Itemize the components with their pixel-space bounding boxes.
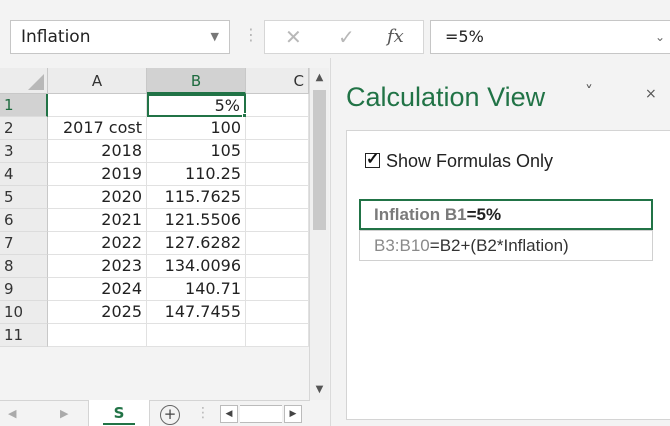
calculation-view-pane: Calculation View ˅ × Show Formulas Only …: [330, 58, 670, 426]
pane-title: Calculation View: [346, 82, 546, 112]
cell-c3[interactable]: [246, 140, 309, 163]
cell-a8[interactable]: 2023: [48, 255, 147, 278]
cell-a10[interactable]: 2025: [48, 301, 147, 324]
formula-item-expr: =B2+(B2*Inflation): [429, 236, 569, 255]
cell-a5[interactable]: 2020: [48, 186, 147, 209]
cell-c4[interactable]: [246, 163, 309, 186]
row-header-10[interactable]: 10: [0, 301, 48, 324]
checkbox-checked-icon[interactable]: [365, 149, 380, 169]
cell-a3[interactable]: 2018: [48, 140, 147, 163]
scroll-down-icon[interactable]: ▼: [310, 380, 329, 400]
cancel-icon[interactable]: ✕: [285, 21, 302, 53]
cell-b4[interactable]: 110.25: [147, 163, 246, 186]
cell-c10[interactable]: [246, 301, 309, 324]
cell-b6[interactable]: 121.5506: [147, 209, 246, 232]
row-header-3[interactable]: 3: [0, 140, 48, 163]
row-header-6[interactable]: 6: [0, 209, 48, 232]
cell-c5[interactable]: [246, 186, 309, 209]
cell-c6[interactable]: [246, 209, 309, 232]
row-header-2[interactable]: 2: [0, 117, 48, 140]
column-header-b[interactable]: B: [147, 68, 246, 94]
tab-split-handle-icon[interactable]: ⋮: [196, 401, 210, 426]
cell-a2[interactable]: 2017 cost: [48, 117, 147, 140]
row-header-11[interactable]: 11: [0, 324, 48, 347]
formula-value: =5%: [445, 27, 484, 46]
name-box[interactable]: Inflation ▼: [10, 20, 230, 54]
select-all-button[interactable]: [0, 68, 48, 94]
scroll-right-icon[interactable]: ▶: [284, 405, 302, 423]
sheet-tab[interactable]: S: [88, 400, 150, 426]
cell-b1[interactable]: 5%: [147, 94, 246, 117]
sheet-tab-bar: ◀ ▶ S + ⋮ ◀ ▶: [0, 400, 310, 426]
cell-b10[interactable]: 147.7455: [147, 301, 246, 324]
formula-item-ref: B3:B10: [374, 236, 430, 255]
row-header-5[interactable]: 5: [0, 186, 48, 209]
cell-a6[interactable]: 2021: [48, 209, 147, 232]
cell-c9[interactable]: [246, 278, 309, 301]
scroll-thumb[interactable]: [313, 90, 326, 230]
scroll-left-icon[interactable]: ◀: [220, 405, 238, 423]
formula-input[interactable]: =5% ⌄: [430, 20, 670, 54]
formula-list: Inflation B1=5% B3:B10=B2+(B2*Inflation): [359, 199, 653, 261]
scroll-up-icon[interactable]: ▲: [310, 68, 329, 88]
row-header-1[interactable]: 1: [0, 94, 48, 117]
drag-handle-icon[interactable]: ⋮: [243, 25, 259, 44]
cell-c11[interactable]: [246, 324, 309, 347]
insert-function-icon[interactable]: fx: [387, 21, 404, 53]
cell-a4[interactable]: 2019: [48, 163, 147, 186]
checkbox-label: Show Formulas Only: [386, 151, 554, 171]
cell-c8[interactable]: [246, 255, 309, 278]
show-formulas-only-checkbox[interactable]: Show Formulas Only: [365, 149, 554, 172]
enter-icon[interactable]: ✓: [338, 21, 355, 53]
cell-b5[interactable]: 115.7625: [147, 186, 246, 209]
cell-c1[interactable]: [246, 94, 309, 117]
select-all-triangle-icon: [28, 74, 44, 90]
formula-item-expr: =5%: [466, 205, 502, 224]
chevron-down-icon[interactable]: ▼: [211, 21, 219, 53]
previous-sheet-icon[interactable]: ◀: [8, 401, 16, 426]
cell-a9[interactable]: 2024: [48, 278, 147, 301]
formula-buttons: ✕ ✓ fx: [264, 20, 424, 54]
pane-options-icon[interactable]: ˅: [585, 82, 593, 101]
column-header-c[interactable]: C: [246, 68, 309, 94]
row-header-8[interactable]: 8: [0, 255, 48, 278]
name-box-value: Inflation: [21, 27, 91, 47]
expand-formula-bar-icon[interactable]: ⌄: [655, 21, 665, 53]
close-icon[interactable]: ×: [645, 86, 657, 102]
cell-c2[interactable]: [246, 117, 309, 140]
formula-item-ref: Inflation B1: [374, 205, 467, 224]
cell-b8[interactable]: 134.0096: [147, 255, 246, 278]
cell-b9[interactable]: 140.71: [147, 278, 246, 301]
cell-a11[interactable]: [48, 324, 147, 347]
vertical-scrollbar[interactable]: ▲ ▼: [309, 68, 329, 400]
row-header-4[interactable]: 4: [0, 163, 48, 186]
horizontal-scroll-track[interactable]: [240, 405, 282, 423]
row-header-7[interactable]: 7: [0, 232, 48, 255]
formula-item-inflation[interactable]: Inflation B1=5%: [359, 199, 653, 230]
formula-bar: Inflation ▼ ⋮ ✕ ✓ fx =5% ⌄: [0, 0, 670, 58]
cell-c7[interactable]: [246, 232, 309, 255]
cell-b11[interactable]: [147, 324, 246, 347]
add-sheet-icon[interactable]: +: [160, 405, 180, 425]
cell-b2[interactable]: 100: [147, 117, 246, 140]
cell-a1[interactable]: [48, 94, 147, 117]
cell-b7[interactable]: 127.6282: [147, 232, 246, 255]
next-sheet-icon[interactable]: ▶: [60, 401, 68, 426]
cell-a7[interactable]: 2022: [48, 232, 147, 255]
formula-item-b3-b10[interactable]: B3:B10=B2+(B2*Inflation): [359, 230, 653, 261]
cell-b3[interactable]: 105: [147, 140, 246, 163]
column-header-a[interactable]: A: [48, 68, 147, 94]
row-header-9[interactable]: 9: [0, 278, 48, 301]
pane-body: Show Formulas Only Inflation B1=5% B3:B1…: [346, 130, 670, 420]
